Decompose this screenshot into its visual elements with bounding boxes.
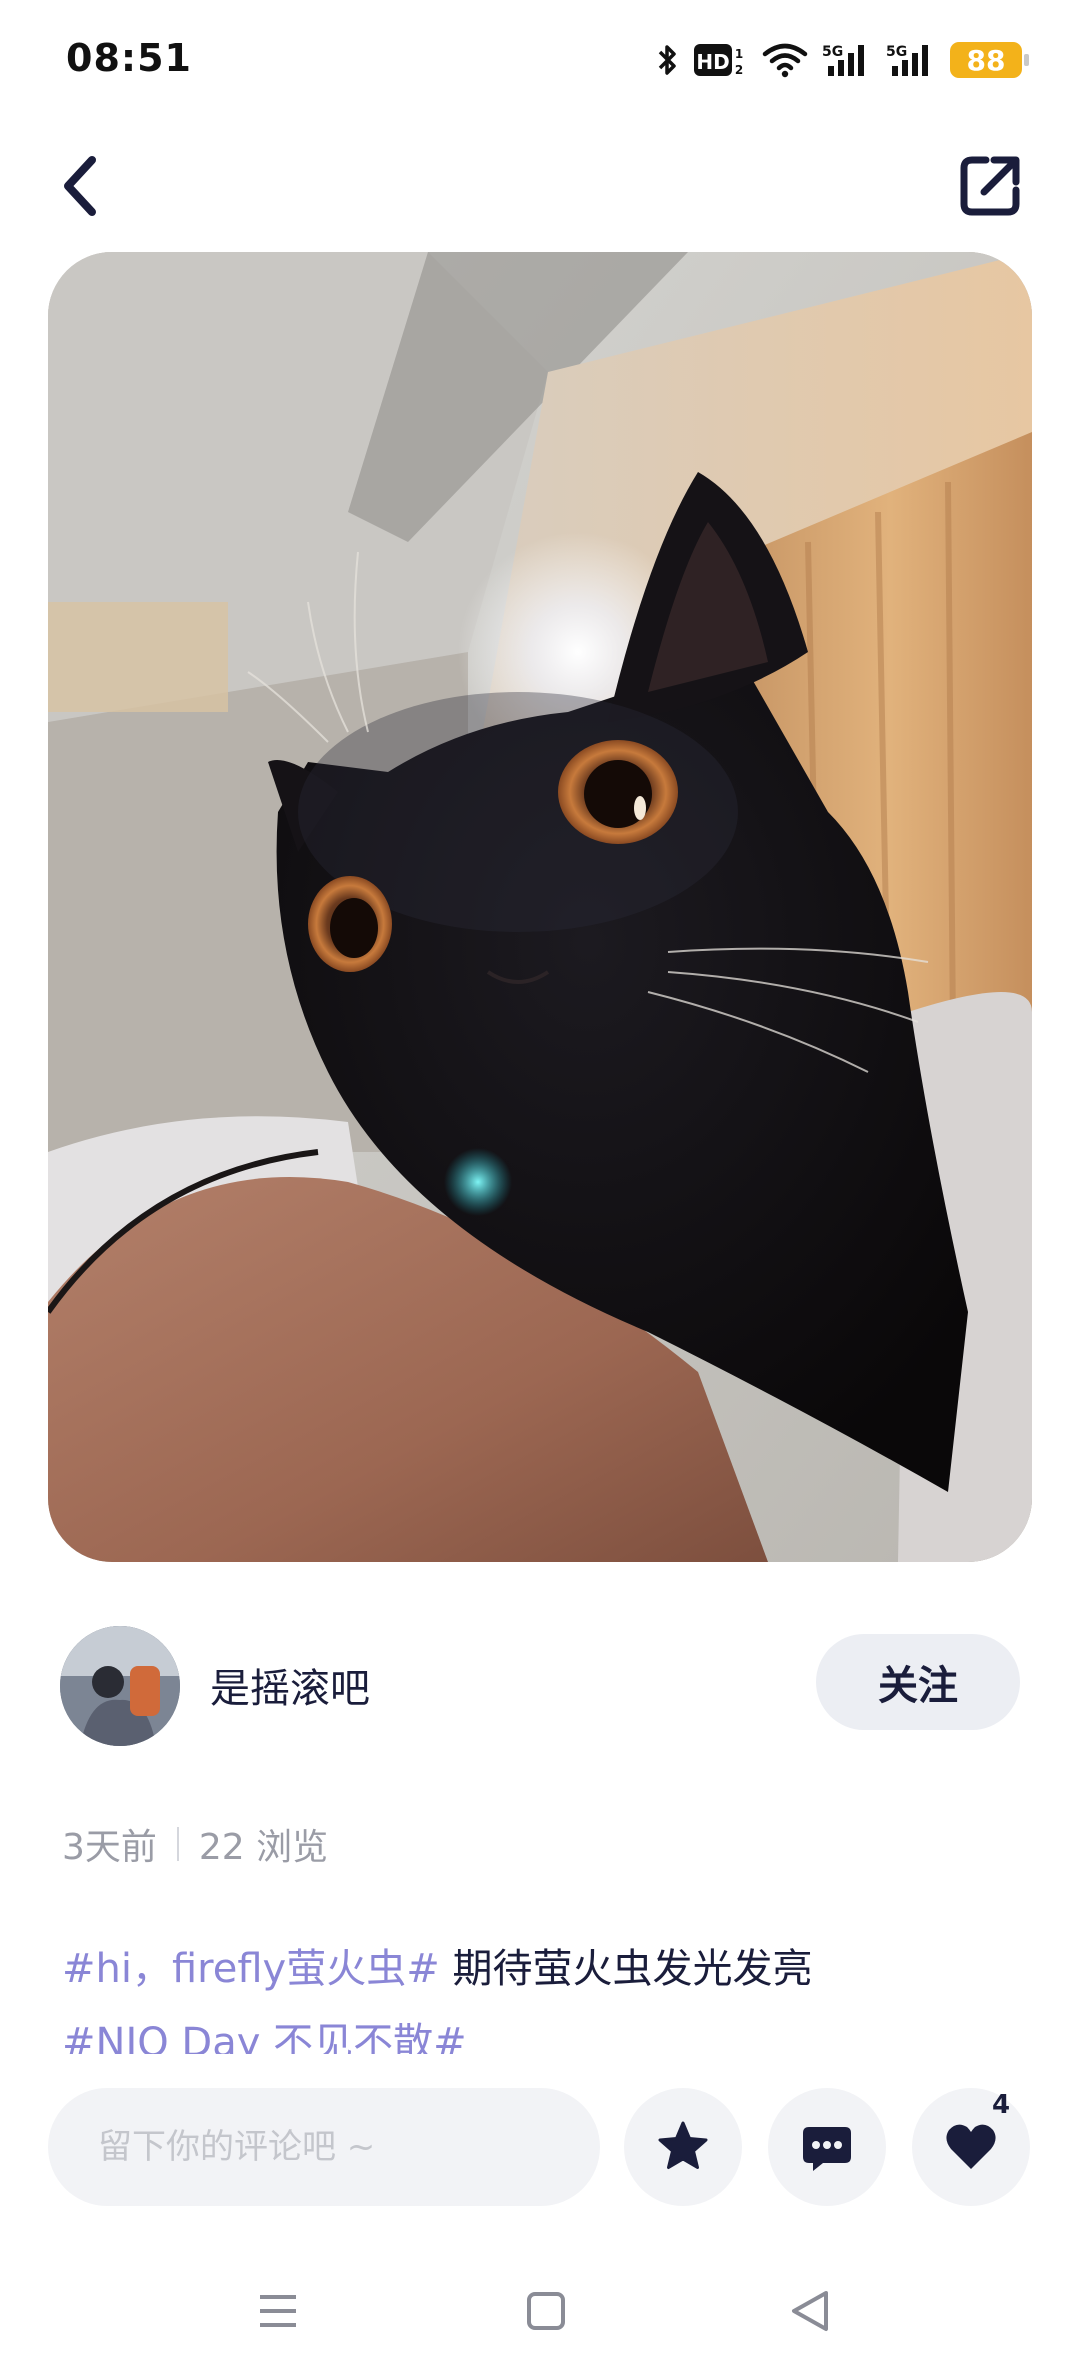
system-back-button[interactable] <box>780 2286 840 2336</box>
author-avatar[interactable] <box>60 1626 180 1746</box>
svg-text:1: 1 <box>735 47 743 61</box>
bluetooth-icon <box>656 42 680 78</box>
status-bar: 08:51 HD 1 2 5G 5G 88 <box>0 0 1080 120</box>
avatar-image <box>60 1626 180 1746</box>
heart-icon <box>946 2124 996 2169</box>
like-button[interactable] <box>912 2088 1030 2206</box>
status-time: 08:51 <box>66 36 192 80</box>
post-views: 22 浏览 <box>198 1827 329 1868</box>
menu-lines-icon <box>260 2295 296 2327</box>
favorite-button[interactable] <box>624 2088 742 2206</box>
post-content-line-1: #hi，firefly萤火虫# 期待萤火虫发光发亮 <box>62 1936 812 1994</box>
follow-button[interactable]: 关注 <box>816 1634 1020 1730</box>
triangle-back-icon <box>792 2291 828 2331</box>
wifi-icon <box>762 42 808 78</box>
star-icon <box>658 2121 708 2169</box>
chat-bubble-icon <box>803 2127 851 2171</box>
svg-text:2: 2 <box>735 63 743 77</box>
signal-5g-icon-2: 5G <box>886 42 936 78</box>
post-detail-screen: 08:51 HD 1 2 5G 5G 88 是摇滚吧 关注 3天前 22 浏览 … <box>0 0 1080 2376</box>
like-count: 4 <box>992 2090 1011 2120</box>
status-icons: HD 1 2 5G 5G 88 <box>656 38 1029 82</box>
share-button[interactable] <box>942 146 1022 226</box>
chevron-left-icon <box>64 156 96 216</box>
square-home-icon <box>527 2292 565 2330</box>
post-time: 3天前 <box>62 1827 157 1868</box>
back-button[interactable] <box>58 146 138 226</box>
system-navigation-bar <box>0 2270 1080 2350</box>
hd-icon: HD 1 2 <box>694 42 748 78</box>
post-text: 期待萤火虫发光发亮 <box>439 1946 813 1992</box>
comment-input[interactable] <box>48 2088 600 2206</box>
meta-divider <box>176 1827 179 1861</box>
comments-button[interactable] <box>768 2088 886 2206</box>
post-meta: 3天前 22 浏览 <box>62 1818 328 1870</box>
share-external-icon <box>960 156 1020 216</box>
post-content-line-2: #NIO Day 不见不散# <box>62 2010 467 2054</box>
black-cat-photo <box>48 252 1032 1562</box>
recent-apps-button[interactable] <box>248 2286 308 2336</box>
hashtag-firefly[interactable]: #hi，firefly萤火虫# <box>62 1946 440 1992</box>
hd-label: HD <box>696 50 729 74</box>
author-name[interactable]: 是摇滚吧 <box>210 1656 370 1714</box>
hashtag-nio-day[interactable]: #NIO Day 不见不散# <box>62 2020 467 2054</box>
signal-5g-label-1: 5G <box>822 44 843 60</box>
home-button[interactable] <box>516 2286 576 2336</box>
signal-5g-label-2: 5G <box>886 44 907 60</box>
post-photo[interactable] <box>48 252 1032 1562</box>
battery-indicator: 88 <box>950 42 1029 78</box>
signal-5g-icon: 5G <box>822 42 872 78</box>
